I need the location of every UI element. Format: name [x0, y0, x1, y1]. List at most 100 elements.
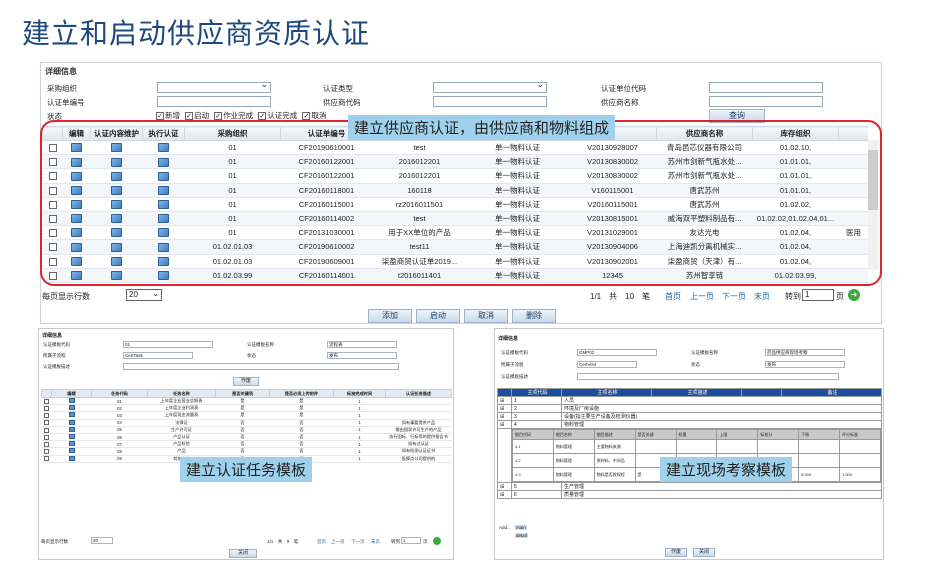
edit-icon[interactable] — [62, 268, 91, 283]
task-row-checkbox[interactable] — [41, 397, 52, 406]
cert-doc-no-input[interactable] — [157, 96, 271, 107]
site-void-button[interactable]: 作废 — [665, 548, 687, 557]
content-maintain-icon[interactable] — [90, 197, 143, 212]
site-belongs-select[interactable]: CertVisit — [577, 361, 637, 368]
task-row-checkbox[interactable] — [41, 411, 52, 420]
query-button[interactable]: 查询 — [709, 109, 765, 123]
site-add-main[interactable]: main — [515, 525, 527, 530]
status-cert-done-checkbox[interactable]: ✓ — [258, 112, 267, 121]
task-name-input[interactable]: 流程表 — [327, 341, 397, 348]
task-next-link[interactable]: 下一页 — [351, 539, 365, 545]
first-page-link[interactable]: 首页 — [665, 291, 681, 302]
table-row[interactable]: 01.02.03.99 CF20160114001 t2016011401 单一物料认… — [42, 268, 868, 283]
content-maintain-icon[interactable] — [90, 154, 143, 170]
col-extra[interactable] — [838, 126, 868, 141]
site-code-input[interactable]: GMP02 — [577, 349, 657, 356]
expand-icon[interactable]: ⊞ — [497, 412, 512, 421]
cancel-button[interactable]: 取消 — [464, 309, 508, 323]
edit-icon[interactable] — [62, 254, 91, 269]
execute-icon[interactable] — [142, 225, 185, 241]
site-close-button[interactable]: 关闭 — [693, 548, 715, 557]
row-checkbox[interactable] — [42, 183, 63, 198]
edit-icon[interactable] — [62, 140, 91, 156]
site-item-row[interactable]: ⊞ 4 物料管理 — [497, 420, 882, 429]
task-row-checkbox[interactable] — [41, 455, 52, 463]
task-edit-icon[interactable] — [51, 433, 92, 442]
expand-icon[interactable]: ⊞ — [497, 420, 512, 429]
table-row[interactable]: 01 CF20131030001 用于XX单位的产品 单一物料认证 V201310290… — [42, 225, 868, 241]
task-row[interactable]: 03 上年度现金流量表是是 1 — [41, 411, 452, 420]
task-edit-icon[interactable] — [51, 440, 92, 449]
task-belongs-select[interactable]: CertTask — [123, 352, 193, 359]
table-row[interactable]: 01 CF20160114002 test 单一物料认证 V20130815001 威海双… — [42, 211, 868, 227]
edit-icon[interactable] — [62, 197, 91, 212]
row-checkbox[interactable] — [42, 268, 63, 283]
col-edit[interactable]: 编辑 — [62, 126, 91, 141]
table-row[interactable]: 01 CF20190610001 test 单一物料认证 V20130928007 青岛邑… — [42, 140, 868, 156]
expand-icon[interactable]: ⊞ — [497, 396, 512, 405]
status-work-done-checkbox[interactable]: ✓ — [214, 112, 223, 121]
table-row[interactable]: 01 CF20160115001 rz2016011501 单一物料认证 V201601… — [42, 197, 868, 212]
task-void-button[interactable]: 作废 — [233, 377, 259, 386]
task-status-input[interactable]: 发布 — [327, 352, 397, 359]
site-desc-input[interactable] — [577, 373, 839, 380]
col-content[interactable]: 认证内容维护 — [90, 126, 143, 141]
task-row-checkbox[interactable] — [41, 426, 52, 434]
status-cancel-checkbox[interactable]: ✓ — [302, 112, 311, 121]
last-page-link[interactable]: 末页 — [754, 291, 770, 302]
execute-icon[interactable] — [142, 168, 185, 184]
row-checkbox[interactable] — [42, 140, 63, 156]
row-checkbox[interactable] — [42, 254, 63, 269]
task-goto-input[interactable]: 1 — [401, 537, 421, 544]
execute-icon[interactable] — [142, 211, 185, 227]
grid-scroll-thumb[interactable] — [868, 150, 878, 210]
expand-icon[interactable]: ⊞ — [497, 482, 512, 491]
edit-icon[interactable] — [62, 239, 91, 255]
site-item-row[interactable]: ⊞ 6 质量管理 — [497, 490, 882, 499]
row-checkbox[interactable] — [42, 239, 63, 255]
content-maintain-icon[interactable] — [90, 140, 143, 156]
task-first-link[interactable]: 首页 — [317, 539, 326, 545]
next-page-link[interactable]: 下一页 — [722, 291, 746, 302]
execute-icon[interactable] — [142, 268, 185, 283]
content-maintain-icon[interactable] — [90, 268, 143, 283]
task-close-button[interactable]: 关闭 — [229, 549, 257, 558]
edit-icon[interactable] — [62, 168, 91, 184]
task-row[interactable]: 06 产品认证否否 1 执行国标、行标等的提供报告书 — [41, 433, 452, 442]
edit-icon[interactable] — [62, 183, 91, 198]
col-purchase-org[interactable]: 采购组织 — [184, 126, 281, 141]
task-code-input[interactable]: 01 — [123, 341, 213, 348]
execute-icon[interactable] — [142, 140, 185, 156]
supplier-code-input[interactable] — [433, 96, 547, 107]
task-row[interactable]: 02 上年度企业利润表是是 1 — [41, 404, 452, 413]
task-edit-icon[interactable] — [51, 447, 92, 456]
row-checkbox[interactable] — [42, 197, 63, 212]
task-last-link[interactable]: 末页 — [371, 539, 380, 545]
task-row-checkbox[interactable] — [41, 447, 52, 456]
status-new-checkbox[interactable]: ✓ — [156, 112, 164, 121]
execute-icon[interactable] — [142, 183, 185, 198]
go-arrow-icon[interactable]: ➜ — [848, 289, 860, 301]
site-sub-row[interactable]: 4.1 物料管理 主要物料来源 — [512, 439, 881, 454]
content-maintain-icon[interactable] — [90, 225, 143, 241]
prev-page-link[interactable]: 上一页 — [690, 291, 714, 302]
task-edit-icon[interactable] — [51, 404, 92, 413]
task-row-checkbox[interactable] — [41, 433, 52, 442]
table-row[interactable]: 01 CF20160122001 2016012201 单一物料认证 V20130830… — [42, 168, 868, 184]
task-edit-icon[interactable] — [51, 397, 92, 406]
task-edit-icon[interactable] — [51, 455, 92, 463]
content-maintain-icon[interactable] — [90, 183, 143, 198]
task-row[interactable]: 05 生产许可证否否 1 需由国家许可生产的产品 — [41, 426, 452, 434]
supplier-name-input[interactable] — [709, 96, 823, 107]
task-edit-icon[interactable] — [51, 419, 92, 427]
task-row[interactable]: 04 法律证否否 1 如有事要提供产品 — [41, 419, 452, 427]
content-maintain-icon[interactable] — [90, 254, 143, 269]
task-row-checkbox[interactable] — [41, 419, 52, 427]
purchase-org-select[interactable] — [157, 80, 271, 93]
expand-icon[interactable]: ⊞ — [497, 404, 512, 413]
task-row-checkbox[interactable] — [41, 404, 52, 413]
content-maintain-icon[interactable] — [90, 239, 143, 255]
table-row[interactable]: 01 CF20160118001 160118 单一物料认证 V160115001 唐武苏… — [42, 183, 868, 198]
execute-icon[interactable] — [142, 254, 185, 269]
task-edit-icon[interactable] — [51, 426, 92, 434]
